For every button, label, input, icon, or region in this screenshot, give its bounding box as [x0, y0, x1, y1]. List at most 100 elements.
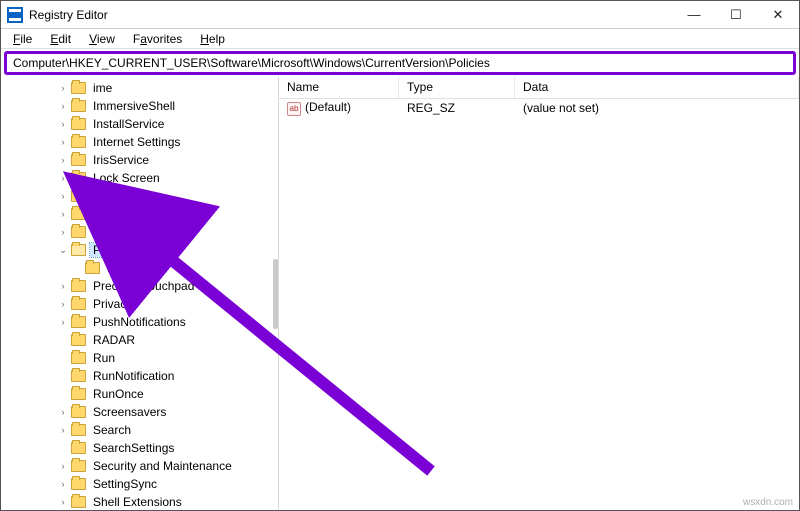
app-icon	[7, 7, 23, 23]
tree-node-label: Run	[90, 351, 118, 365]
menu-edit[interactable]: Edit	[42, 31, 79, 47]
expand-toggle-icon[interactable]: ›	[57, 155, 69, 165]
expand-toggle-icon[interactable]: ›	[57, 227, 69, 237]
tree-node-runonce[interactable]: RunOnce	[1, 385, 278, 403]
value-type: REG_SZ	[399, 101, 515, 115]
tree-pane[interactable]: ›ime›ImmersiveShell›InstallService›Inter…	[1, 77, 279, 510]
expand-toggle-icon[interactable]: ›	[57, 407, 69, 417]
address-input[interactable]	[11, 55, 789, 71]
address-bar-container	[1, 49, 799, 77]
tree-node-precisiontouchpad[interactable]: › PrecisionTouchpad	[1, 277, 278, 295]
tree-node-searchsettings[interactable]: SearchSettings	[1, 439, 278, 457]
tree-node-label: PrecisionTouchpad	[90, 279, 197, 293]
tree-node-explorer[interactable]: Explorer	[1, 259, 278, 277]
tree-node-immersiveshell[interactable]: › ImmersiveShell	[1, 97, 278, 115]
title-bar: Registry Editor — ☐ ✕	[1, 1, 799, 29]
tree-node-irisservice[interactable]: › IrisService	[1, 151, 278, 169]
folder-icon	[71, 82, 86, 94]
tree-node-label: RunNotification	[90, 369, 177, 383]
list-row[interactable]: ab(Default)REG_SZ(value not set)	[279, 99, 799, 117]
tree-node-label: ImmersiveShell	[90, 99, 178, 113]
tree-node-label: Privacy	[90, 297, 135, 311]
folder-icon	[71, 334, 86, 346]
menu-view[interactable]: View	[81, 31, 123, 47]
tree-node-label: RADAR	[90, 333, 138, 347]
values-pane[interactable]: Name Type Data ab(Default)REG_SZ(value n…	[279, 77, 799, 510]
splitter-handle[interactable]	[273, 259, 278, 329]
tree-node-policies[interactable]: ⌄Policies	[1, 241, 278, 259]
tree-node-settingsync[interactable]: ›SettingSync	[1, 475, 278, 493]
folder-icon	[71, 100, 86, 112]
tree-node-notifications[interactable]: ›Notifications	[1, 205, 278, 223]
folder-icon	[71, 478, 86, 490]
value-data: (value not set)	[515, 101, 799, 115]
expand-toggle-icon[interactable]: ›	[57, 137, 69, 147]
folder-icon	[71, 352, 86, 364]
expand-toggle-icon[interactable]: ›	[57, 461, 69, 471]
folder-icon	[71, 154, 86, 166]
expand-toggle-icon[interactable]: ⌄	[57, 245, 69, 256]
expand-toggle-icon[interactable]: ›	[57, 209, 69, 219]
menu-help[interactable]: Help	[192, 31, 233, 47]
address-bar[interactable]	[4, 51, 796, 75]
tree-node-privacy[interactable]: › Privacy	[1, 295, 278, 313]
tree-node-run[interactable]: Run	[1, 349, 278, 367]
folder-icon	[71, 208, 86, 220]
tree-node-security-and-maintenance[interactable]: › Security and Maintenance	[1, 457, 278, 475]
column-name[interactable]: Name	[279, 77, 399, 98]
expand-toggle-icon[interactable]: ›	[57, 83, 69, 93]
tree-node-penworkspace[interactable]: ›PenWorkspace	[1, 223, 278, 241]
tree-node-label: SearchSettings	[90, 441, 177, 455]
folder-icon	[71, 118, 86, 130]
tree-node-lock-screen[interactable]: ›Lock Screen	[1, 169, 278, 187]
tree-node-mobility[interactable]: › Mobility	[1, 187, 278, 205]
tree-node-ime[interactable]: ›ime	[1, 79, 278, 97]
menu-favorites[interactable]: Favorites	[125, 31, 190, 47]
expand-toggle-icon[interactable]: ›	[57, 101, 69, 111]
expand-toggle-icon[interactable]: ›	[57, 173, 69, 183]
tree-node-label: Mobility	[90, 189, 137, 203]
minimize-button[interactable]: —	[673, 1, 715, 29]
tree-node-screensavers[interactable]: ›Screensavers	[1, 403, 278, 421]
expand-toggle-icon[interactable]: ›	[57, 497, 69, 507]
tree-node-installservice[interactable]: › InstallService	[1, 115, 278, 133]
tree-node-label: Security and Maintenance	[90, 459, 235, 473]
folder-icon	[71, 460, 86, 472]
string-value-icon: ab	[287, 102, 301, 116]
expand-toggle-icon[interactable]: ›	[57, 479, 69, 489]
expand-toggle-icon[interactable]: ›	[57, 281, 69, 291]
tree-node-label: IrisService	[90, 153, 152, 167]
expand-toggle-icon[interactable]: ›	[57, 317, 69, 327]
tree-node-radar[interactable]: RADAR	[1, 331, 278, 349]
tree-node-shell-extensions[interactable]: ›Shell Extensions	[1, 493, 278, 510]
tree-node-runnotification[interactable]: RunNotification	[1, 367, 278, 385]
tree-node-search[interactable]: › Search	[1, 421, 278, 439]
expand-toggle-icon[interactable]: ›	[57, 299, 69, 309]
tree-node-label: Search	[90, 423, 134, 437]
tree-node-pushnotifications[interactable]: › PushNotifications	[1, 313, 278, 331]
tree-node-label: InstallService	[90, 117, 167, 131]
value-name: ab(Default)	[279, 100, 399, 116]
expand-toggle-icon[interactable]: ›	[57, 191, 69, 201]
tree-node-label: Explorer	[104, 261, 155, 275]
folder-icon	[71, 370, 86, 382]
folder-icon	[71, 424, 86, 436]
column-data[interactable]: Data	[515, 77, 799, 98]
folder-icon	[71, 172, 86, 184]
close-button[interactable]: ✕	[757, 1, 799, 29]
list-header: Name Type Data	[279, 77, 799, 99]
content-area: ›ime›ImmersiveShell›InstallService›Inter…	[1, 77, 799, 510]
menu-file[interactable]: File	[5, 31, 40, 47]
window-title: Registry Editor	[29, 8, 673, 22]
watermark: wsxdn.com	[743, 497, 793, 508]
window-controls: — ☐ ✕	[673, 1, 799, 29]
tree-node-internet-settings[interactable]: ›Internet Settings	[1, 133, 278, 151]
expand-toggle-icon[interactable]: ›	[57, 425, 69, 435]
folder-icon	[71, 388, 86, 400]
folder-icon	[71, 244, 86, 256]
tree-node-label: PushNotifications	[90, 315, 189, 329]
registry-tree[interactable]: ›ime›ImmersiveShell›InstallService›Inter…	[1, 77, 278, 510]
maximize-button[interactable]: ☐	[715, 1, 757, 29]
column-type[interactable]: Type	[399, 77, 515, 98]
expand-toggle-icon[interactable]: ›	[57, 119, 69, 129]
